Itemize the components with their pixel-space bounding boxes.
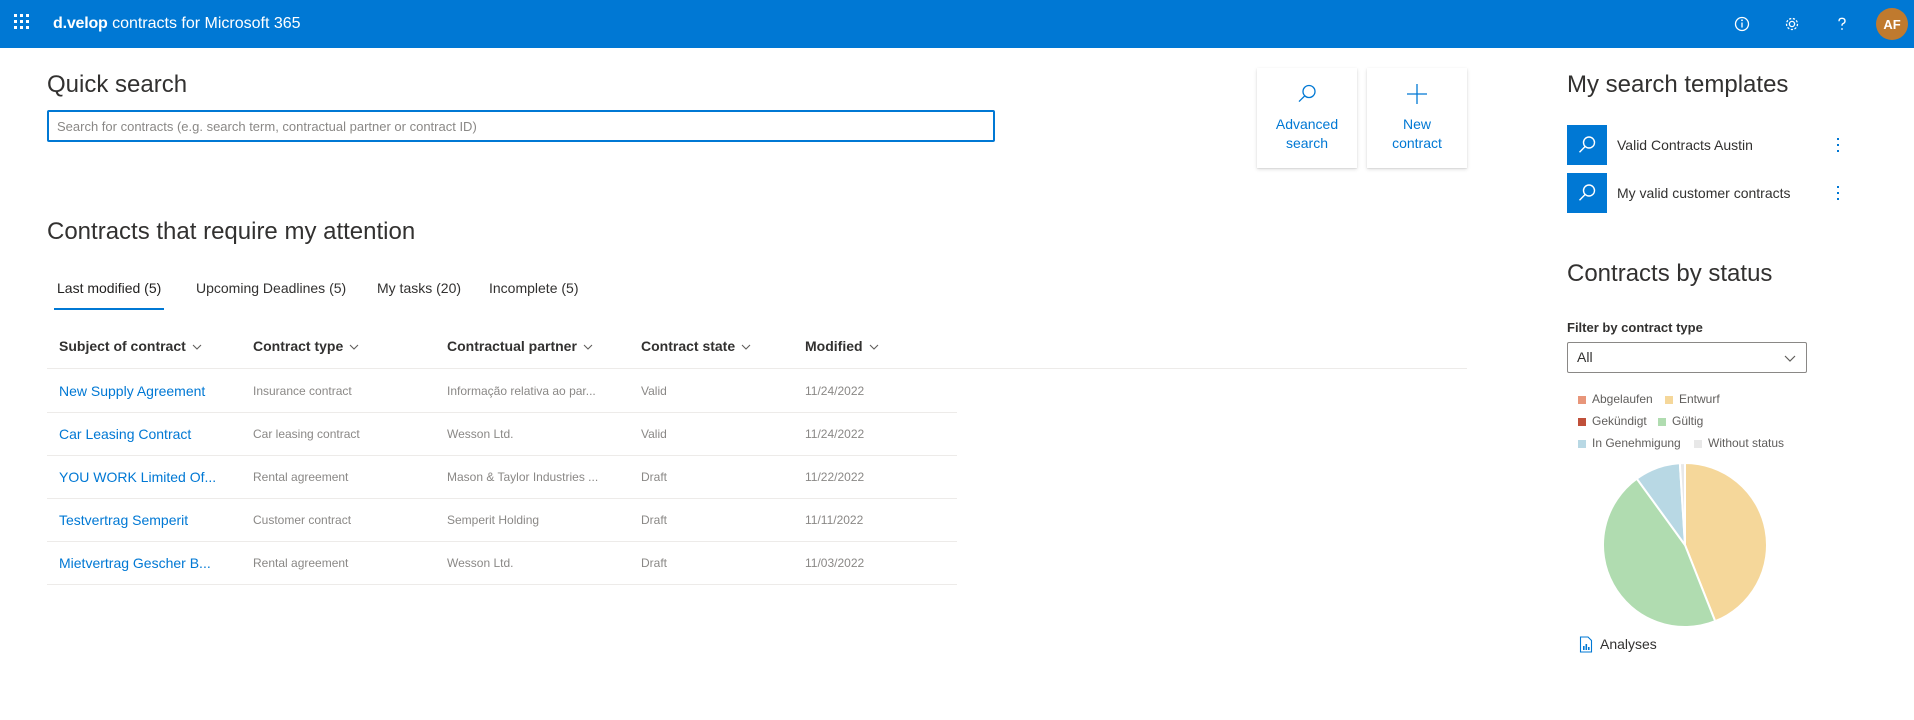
cell-contract-state: Draft	[641, 513, 668, 527]
cell-contractual-partner: Informação relativa ao par...	[447, 384, 596, 398]
cell-contract-state: Valid	[641, 427, 667, 441]
template-name[interactable]: Valid Contracts Austin	[1617, 125, 1753, 165]
tab-incomplete[interactable]: Incomplete (5)	[489, 272, 578, 308]
table-row[interactable]: Mietvertrag Gescher B... Rental agreemen…	[47, 542, 957, 585]
legend-swatch	[1658, 417, 1666, 426]
more-options-icon[interactable]	[1833, 183, 1843, 203]
quick-search-title: Quick search	[47, 71, 188, 98]
cell-subject[interactable]: YOU WORK Limited Of...	[59, 456, 239, 498]
template-name[interactable]: My valid customer contracts	[1617, 173, 1791, 213]
brand-title: contracts for Microsoft 365	[112, 15, 301, 32]
cell-subject[interactable]: Testvertrag Semperit	[59, 499, 239, 541]
column-header-contractual-partner[interactable]: Contractual partner	[447, 333, 593, 369]
cell-modified: 11/24/2022	[805, 427, 865, 441]
report-chart-icon	[1579, 636, 1593, 653]
table-row[interactable]: Testvertrag Semperit Customer contract S…	[47, 499, 957, 542]
advanced-search-label: Advanced search	[1275, 116, 1339, 151]
legend-item[interactable]: Entwurf	[1665, 392, 1720, 406]
column-header-contract-type[interactable]: Contract type	[253, 333, 359, 369]
help-icon[interactable]	[1830, 12, 1854, 36]
status-pie-chart	[1602, 461, 1768, 628]
analyses-label: Analyses	[1600, 636, 1657, 652]
more-options-icon[interactable]	[1833, 135, 1843, 155]
user-avatar[interactable]: AF	[1876, 8, 1908, 40]
cell-contract-type: Rental agreement	[253, 470, 349, 484]
cell-subject[interactable]: Car Leasing Contract	[59, 413, 239, 455]
table-row[interactable]: New Supply Agreement Insurance contract …	[47, 370, 957, 413]
cell-contract-state: Draft	[641, 470, 668, 484]
search-icon	[1579, 184, 1596, 201]
search-icon	[1298, 84, 1316, 103]
legend-item[interactable]: Without status	[1694, 436, 1784, 450]
search-templates-title: My search templates	[1567, 71, 1789, 98]
cell-subject[interactable]: Mietvertrag Gescher B...	[59, 542, 239, 584]
app-launcher-icon[interactable]	[14, 14, 32, 32]
cell-modified: 11/24/2022	[805, 384, 865, 398]
cell-contractual-partner: Semperit Holding	[447, 513, 540, 527]
tab-last-modified[interactable]: Last modified (5)	[53, 272, 165, 310]
brand-logo: d.velop	[53, 15, 108, 32]
cell-contractual-partner: Mason & Taylor Industries ...	[447, 470, 599, 484]
dropdown-value: All	[1577, 349, 1593, 365]
run-template-button[interactable]	[1567, 173, 1607, 213]
legend-swatch	[1665, 395, 1673, 404]
column-header-contract-state[interactable]: Contract state	[641, 333, 751, 369]
run-template-button[interactable]	[1567, 125, 1607, 165]
legend-swatch	[1578, 417, 1586, 426]
chevron-down-icon	[583, 344, 593, 351]
legend-item[interactable]: Gekündigt	[1578, 414, 1647, 428]
info-icon[interactable]	[1730, 12, 1754, 36]
search-template-item[interactable]: Valid Contracts Austin	[1567, 125, 1847, 165]
legend-item[interactable]: Abgelaufen	[1578, 392, 1653, 406]
plus-icon	[1407, 84, 1427, 104]
cell-contract-state: Draft	[641, 556, 668, 570]
contract-type-filter-dropdown[interactable]: All	[1567, 342, 1807, 373]
legend-swatch	[1694, 439, 1702, 448]
cell-contract-type: Customer contract	[253, 513, 352, 527]
cell-contract-type: Car leasing contract	[253, 427, 360, 441]
legend-item[interactable]: Gültig	[1658, 414, 1703, 428]
legend-item[interactable]: In Genehmigung	[1578, 436, 1681, 450]
new-contract-button[interactable]: New contract	[1367, 68, 1467, 168]
tab-upcoming-deadlines[interactable]: Upcoming Deadlines (5)	[196, 272, 346, 308]
app-title[interactable]: d.velop contracts for Microsoft 365	[53, 14, 301, 34]
cell-subject[interactable]: New Supply Agreement	[59, 370, 239, 412]
cell-contractual-partner: Wesson Ltd.	[447, 556, 514, 570]
contracts-by-status-title: Contracts by status	[1567, 260, 1773, 287]
cell-contract-type: Insurance contract	[253, 384, 352, 398]
legend-swatch	[1578, 395, 1586, 404]
chevron-down-icon	[1784, 355, 1796, 362]
column-header-modified[interactable]: Modified	[805, 333, 879, 369]
chevron-down-icon	[349, 344, 359, 351]
top-bar: d.velop contracts for Microsoft 365 AF	[0, 0, 1914, 48]
legend-swatch	[1578, 439, 1586, 448]
table-row[interactable]: Car Leasing Contract Car leasing contrac…	[47, 413, 957, 456]
cell-contract-state: Valid	[641, 384, 667, 398]
advanced-search-button[interactable]: Advanced search	[1257, 68, 1357, 168]
new-contract-label: New contract	[1392, 116, 1442, 151]
cell-contractual-partner: Wesson Ltd.	[447, 427, 514, 441]
cell-modified: 11/03/2022	[805, 556, 865, 570]
contracts-table: New Supply Agreement Insurance contract …	[47, 370, 957, 585]
search-icon	[1579, 136, 1596, 153]
chevron-down-icon	[741, 344, 751, 351]
table-row[interactable]: YOU WORK Limited Of... Rental agreement …	[47, 456, 957, 499]
cell-modified: 11/22/2022	[805, 470, 865, 484]
table-header: Subject of contract Contract type Contra…	[47, 333, 1467, 369]
chevron-down-icon	[869, 344, 878, 351]
cell-modified: 11/11/2022	[805, 513, 864, 527]
tab-my-tasks[interactable]: My tasks (20)	[377, 272, 461, 308]
quick-search-input[interactable]	[47, 110, 995, 142]
search-template-item[interactable]: My valid customer contracts	[1567, 173, 1847, 213]
column-header-subject[interactable]: Subject of contract	[59, 333, 202, 369]
cell-contract-type: Rental agreement	[253, 556, 349, 570]
settings-gear-icon[interactable]	[1780, 12, 1804, 36]
attention-title: Contracts that require my attention	[47, 218, 416, 245]
chevron-down-icon	[192, 344, 202, 351]
filter-label: Filter by contract type	[1567, 320, 1703, 335]
